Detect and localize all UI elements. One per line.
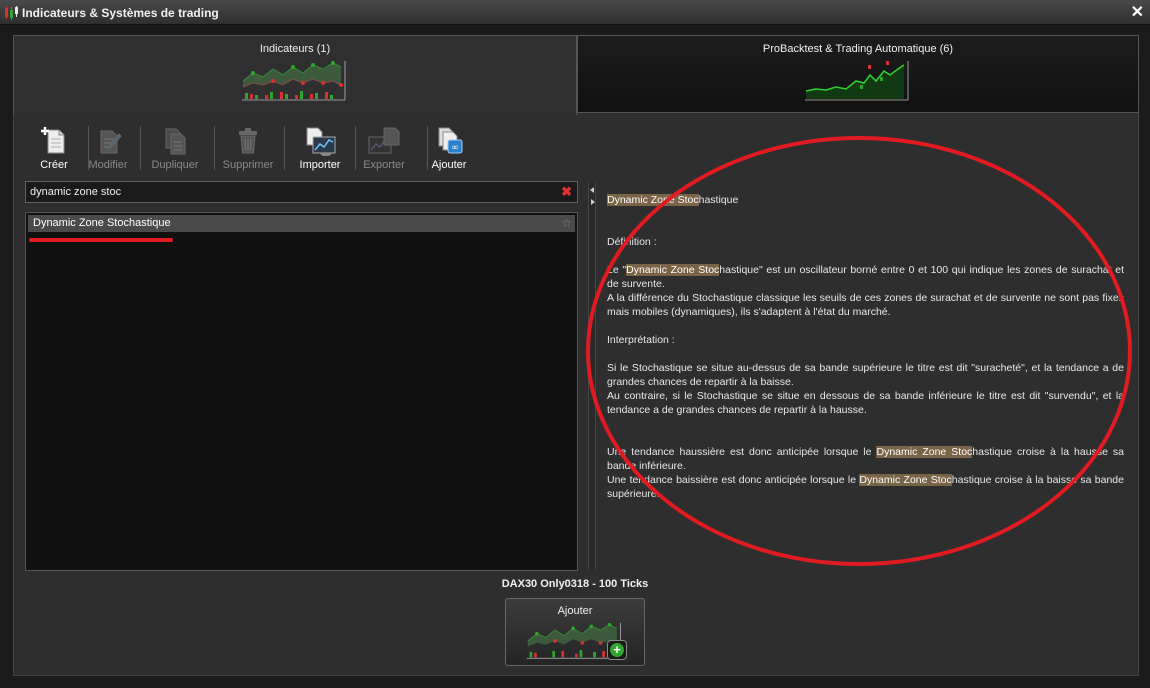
duplicate-button-label: Dupliquer xyxy=(151,159,199,171)
add-indicator-button-label: Ajouter xyxy=(557,605,593,617)
duplicate-button[interactable]: Dupliquer xyxy=(145,124,205,172)
signal-paragraph-2: Une tendance baissière est donc anticipé… xyxy=(607,474,1124,500)
export-button-label: Exporter xyxy=(363,159,405,171)
add-toolbar-button[interactable]: ∞ Ajouter xyxy=(419,124,479,172)
interpretation-paragraph-2: Au contraire, si le Stochastique se situ… xyxy=(607,390,1124,416)
export-button[interactable]: Exporter xyxy=(354,124,414,172)
add-icon: ∞ xyxy=(438,127,463,154)
interpretation-paragraph: Si le Stochastique se situe au-dessus de… xyxy=(607,362,1124,388)
svg-text:∞: ∞ xyxy=(451,143,459,153)
clear-search-icon[interactable]: ✖ xyxy=(561,184,572,200)
create-button[interactable]: Créer xyxy=(24,124,84,172)
modify-button[interactable]: Modifier xyxy=(78,124,138,172)
import-button-label: Importer xyxy=(299,159,341,171)
definition-paragraph-2: A la différence du Stochastique classiqu… xyxy=(607,292,1124,318)
tab-indicators[interactable]: Indicateurs (1) xyxy=(13,35,577,115)
duplicate-icon xyxy=(165,128,186,155)
new-document-icon xyxy=(41,127,65,154)
title-bar: Indicateurs & Systèmes de trading ✕ xyxy=(0,0,1150,25)
instrument-label: DAX30 Only0318 - 100 Ticks xyxy=(501,578,649,590)
search-input[interactable] xyxy=(30,184,550,200)
delete-button[interactable]: Supprimer xyxy=(218,124,278,172)
toolbar-separator xyxy=(214,126,215,170)
tab-indicators-label: Indicateurs (1) xyxy=(259,43,331,55)
candlestick-app-icon xyxy=(5,6,18,20)
search-box: ✖ xyxy=(25,181,578,203)
delete-button-label: Supprimer xyxy=(222,159,274,171)
indicator-chart-icon xyxy=(242,61,346,101)
import-button[interactable]: Importer xyxy=(290,124,350,172)
favorite-star-icon[interactable]: ☆ xyxy=(561,216,572,230)
indicator-description: Dynamic Zone Stochastique Définition : L… xyxy=(607,193,1124,501)
edit-document-icon xyxy=(100,130,122,154)
modify-button-label: Modifier xyxy=(88,159,128,171)
import-icon xyxy=(306,127,336,156)
create-button-label: Créer xyxy=(40,159,68,171)
window-title: Indicateurs & Systèmes de trading xyxy=(22,6,219,20)
backtest-chart-icon xyxy=(805,61,909,101)
interpretation-heading: Interprétation : xyxy=(607,334,675,346)
definition-paragraph: Le "Dynamic Zone Stochastique" est un os… xyxy=(607,264,1124,290)
add-indicator-button[interactable]: Ajouter + xyxy=(505,598,645,666)
close-icon[interactable]: ✕ xyxy=(1131,2,1144,22)
tab-probacktest-label: ProBacktest & Trading Automatique (6) xyxy=(762,43,954,55)
add-toolbar-button-label: Ajouter xyxy=(431,159,467,171)
signal-paragraph: Une tendance haussière est donc anticipé… xyxy=(607,446,1125,472)
list-item[interactable]: Dynamic Zone Stochastique ☆ xyxy=(28,215,575,232)
list-item-label: Dynamic Zone Stochastique xyxy=(33,217,171,229)
definition-heading: Définition : xyxy=(607,236,657,248)
trash-icon xyxy=(239,128,257,154)
plus-icon: + xyxy=(607,640,627,660)
toolbar-separator xyxy=(140,126,141,170)
collapse-left-icon[interactable] xyxy=(590,187,594,193)
indicator-list[interactable]: Dynamic Zone Stochastique ☆ xyxy=(25,212,578,571)
toolbar-separator xyxy=(284,126,285,170)
panel-splitter[interactable] xyxy=(588,181,596,571)
annotation-underline xyxy=(29,238,173,242)
tab-probacktest[interactable]: ProBacktest & Trading Automatique (6) xyxy=(577,35,1139,113)
expand-right-icon[interactable] xyxy=(591,199,595,205)
description-title: Dynamic Zone Stochastique xyxy=(607,194,739,206)
export-icon xyxy=(368,127,400,154)
